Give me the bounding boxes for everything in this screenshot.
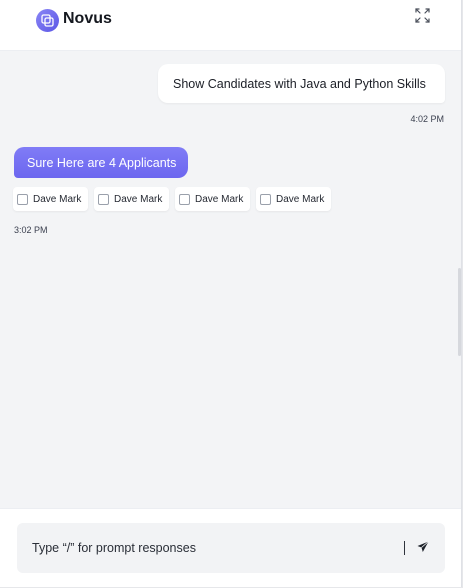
user-message: Show Candidates with Java and Python Ski… xyxy=(158,64,445,103)
chat-window: Novus Show Candidates with Java and Pyth… xyxy=(0,0,462,587)
message-input[interactable] xyxy=(32,523,392,573)
bot-message: Sure Here are 4 Applicants xyxy=(14,147,188,178)
applicant-checkbox[interactable] xyxy=(260,193,271,205)
composer-box xyxy=(17,523,445,573)
scrollbar-thumb[interactable] xyxy=(458,268,461,356)
user-message-time: 4:02 PM xyxy=(410,114,444,124)
brand-name: Novus xyxy=(63,10,112,27)
applicant-name: Dave Mark xyxy=(276,193,325,205)
applicant-chip[interactable]: Dave Mark xyxy=(256,187,332,211)
applicant-checkbox[interactable] xyxy=(98,193,109,205)
applicant-chip[interactable]: Dave Mark xyxy=(13,187,89,211)
send-icon[interactable] xyxy=(415,539,431,555)
chat-header: Novus xyxy=(0,0,461,51)
applicant-name: Dave Mark xyxy=(33,193,82,205)
cube-icon xyxy=(36,9,59,32)
applicant-chip[interactable]: Dave Mark xyxy=(94,187,170,211)
applicant-name: Dave Mark xyxy=(114,193,163,205)
applicant-name: Dave Mark xyxy=(195,193,244,205)
composer-divider xyxy=(404,541,405,555)
composer-area xyxy=(0,508,461,587)
bot-message-time: 3:02 PM xyxy=(14,225,48,235)
applicant-chip[interactable]: Dave Mark xyxy=(175,187,251,211)
applicant-checkbox[interactable] xyxy=(17,193,28,205)
expand-icon[interactable] xyxy=(413,6,431,24)
applicant-checkbox[interactable] xyxy=(179,193,190,205)
